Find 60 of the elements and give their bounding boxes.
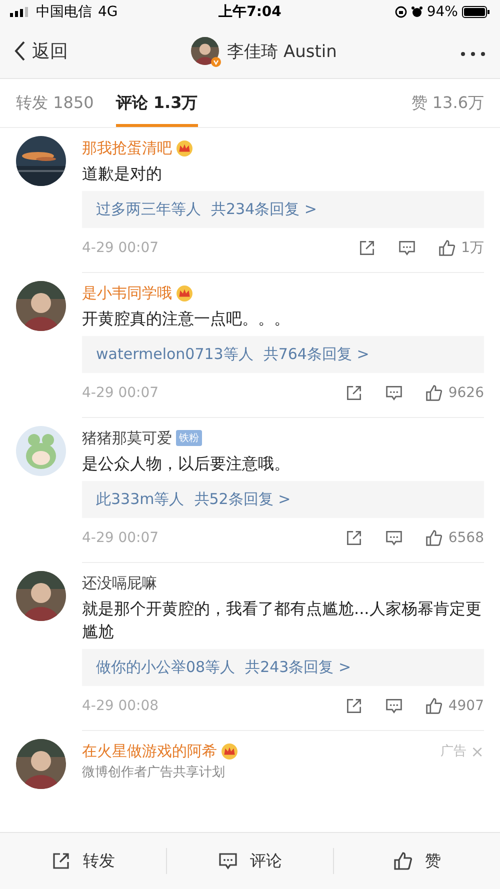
share-icon[interactable] bbox=[345, 384, 364, 402]
replies-link[interactable]: 此333m等人 共52条回复 > bbox=[82, 481, 484, 518]
tab[interactable]: 转发 1850 bbox=[16, 79, 94, 127]
like-button[interactable]: 6568 bbox=[425, 529, 484, 547]
page-title: 李佳琦 Austin bbox=[227, 40, 337, 62]
comment-time: 4-29 00:08 bbox=[82, 698, 159, 714]
replies-link[interactable]: 过多两三年等人 共234条回复 > bbox=[82, 191, 484, 228]
carrier-name: 中国电信 bbox=[36, 3, 92, 21]
crown-icon bbox=[176, 284, 193, 302]
ad-label: 广告 bbox=[440, 743, 467, 760]
thumbs-up-icon bbox=[425, 529, 444, 547]
chevron-icon bbox=[14, 41, 26, 61]
lock-rotation-icon bbox=[394, 6, 407, 18]
thumbs-up-icon bbox=[425, 697, 444, 715]
tab[interactable]: 赞 13.6万 bbox=[411, 79, 484, 127]
battery-icon bbox=[462, 6, 490, 18]
user-name[interactable]: 猪猪那莫可爱 bbox=[82, 428, 172, 448]
more-icon bbox=[460, 50, 486, 56]
comment-icon[interactable] bbox=[385, 384, 404, 402]
replies-link[interactable]: 做你的小公举08等人 共243条回复 > bbox=[82, 649, 484, 686]
comment-time: 4-29 00:07 bbox=[82, 530, 159, 546]
thumbs-up-icon bbox=[393, 851, 413, 871]
comment-icon[interactable] bbox=[385, 529, 404, 547]
comment-icon bbox=[218, 851, 238, 871]
comment-time: 4-29 00:07 bbox=[82, 385, 159, 401]
crown-icon bbox=[221, 742, 238, 760]
comment-button[interactable]: 评论 bbox=[167, 833, 333, 889]
share-icon[interactable] bbox=[345, 529, 364, 547]
thumbs-up-icon bbox=[438, 239, 456, 257]
network-type: 4G bbox=[98, 4, 118, 20]
like-button[interactable]: 9626 bbox=[425, 384, 484, 402]
share-icon bbox=[51, 851, 71, 871]
replies-link[interactable]: watermelon0713等人 共764条回复 > bbox=[82, 336, 484, 373]
crown-icon bbox=[176, 140, 193, 156]
comment-text: 就是那个开黄腔的，我看了都有点尴尬...人家杨幂肯定更尴尬 bbox=[82, 598, 482, 643]
battery-percent: 94% bbox=[426, 4, 458, 20]
signal-icon bbox=[10, 7, 30, 17]
comment-time: 4-29 00:07 bbox=[82, 240, 159, 256]
like-button[interactable]: 4907 bbox=[425, 697, 484, 715]
back-button[interactable]: 返回 bbox=[14, 39, 68, 63]
like-button[interactable]: 1万 bbox=[438, 239, 484, 257]
clock-time: 上午7:04 bbox=[218, 3, 282, 21]
user-name[interactable]: 在火星做游戏的阿希 bbox=[82, 742, 217, 760]
tab[interactable]: 评论 1.3万 bbox=[116, 79, 198, 127]
share-button[interactable]: 转发 bbox=[0, 833, 166, 889]
like-button[interactable]: 赞 bbox=[334, 833, 500, 889]
alarm-icon bbox=[410, 6, 423, 18]
user-name[interactable]: 是小韦同学哦 bbox=[82, 284, 172, 302]
comment-text: 是公众人物，以后要注意哦。 bbox=[82, 453, 291, 475]
comment-text: 开黄腔真的注意一点吧。。。 bbox=[82, 308, 291, 330]
comment-icon[interactable] bbox=[385, 697, 404, 715]
fan-badge: 铁粉 bbox=[176, 430, 202, 446]
comment-icon[interactable] bbox=[398, 239, 416, 257]
share-icon[interactable] bbox=[345, 697, 364, 715]
comment-text: 道歉是对的 bbox=[82, 163, 163, 185]
user-name[interactable]: 那我抢蛋清吧 bbox=[82, 138, 172, 158]
share-icon[interactable] bbox=[358, 239, 376, 257]
thumbs-up-icon bbox=[425, 384, 444, 402]
ad-subtitle: 微博创作者广告共享计划 bbox=[82, 764, 226, 781]
user-name[interactable]: 还没嗝屁嘛 bbox=[82, 574, 157, 592]
